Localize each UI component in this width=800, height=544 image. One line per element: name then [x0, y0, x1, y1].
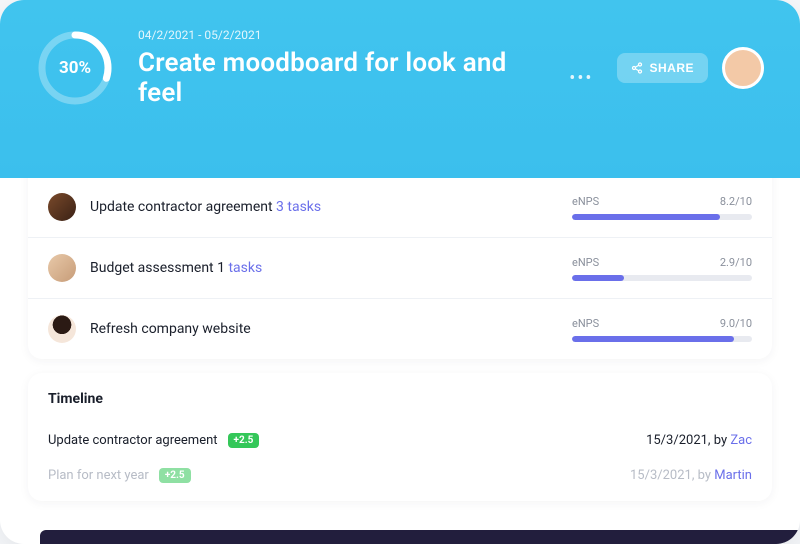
- target-row[interactable]: Refresh company website eNPS 9.0/10: [28, 298, 772, 359]
- metric: eNPS 8.2/10: [572, 195, 752, 220]
- page-title: Create moodboard for look and feel: [138, 48, 557, 108]
- tasks-link[interactable]: 3 tasks: [276, 199, 321, 215]
- progress-percent: 30%: [36, 29, 114, 107]
- user-avatar[interactable]: [722, 47, 764, 89]
- timeline-meta: 15/3/2021, by Martin: [630, 468, 752, 483]
- metric-value: 8.2/10: [720, 195, 752, 208]
- timeline-title: Update contractor agreement: [48, 433, 218, 448]
- share-button[interactable]: SHARE: [617, 53, 708, 83]
- progress-bar: [572, 336, 752, 342]
- author-link[interactable]: Martin: [714, 468, 752, 483]
- share-label: SHARE: [649, 61, 694, 75]
- timeline-meta: 15/3/2021, by Zac: [646, 433, 752, 448]
- target-title: Budget assessment 1 tasks: [90, 260, 572, 276]
- share-icon: [631, 62, 643, 74]
- target-row[interactable]: Update contractor agreement 3 tasks eNPS…: [28, 176, 772, 237]
- assignee-avatar: [48, 315, 76, 343]
- date-range: 04/2/2021 - 05/2/2021: [138, 28, 593, 42]
- bottom-strip: [40, 530, 800, 544]
- tasks-link[interactable]: tasks: [228, 260, 262, 276]
- timeline-heading: Timeline: [48, 391, 752, 407]
- progress-bar: [572, 275, 752, 281]
- timeline-row[interactable]: Plan for next year +2.5 15/3/2021, by Mar…: [48, 458, 752, 493]
- timeline-title: Plan for next year: [48, 468, 149, 483]
- metric: eNPS 2.9/10: [572, 256, 752, 281]
- target-title: Refresh company website: [90, 321, 572, 337]
- assignee-avatar: [48, 193, 76, 221]
- metric: eNPS 9.0/10: [572, 317, 752, 342]
- timeline-row[interactable]: Update contractor agreement +2.5 15/3/202…: [48, 423, 752, 458]
- target-title: Update contractor agreement 3 tasks: [90, 199, 572, 215]
- metric-label: eNPS: [572, 195, 599, 208]
- delta-badge: +2.5: [228, 433, 260, 448]
- author-link[interactable]: Zac: [730, 433, 752, 448]
- delta-badge: +2.5: [159, 468, 191, 483]
- progress-ring: 30%: [36, 29, 114, 107]
- progress-bar: [572, 214, 752, 220]
- timeline-card: Timeline Update contractor agreement +2.5…: [28, 373, 772, 501]
- more-menu-icon[interactable]: •••: [569, 68, 593, 89]
- target-row[interactable]: Budget assessment 1 tasks eNPS 2.9/10: [28, 237, 772, 298]
- hero-header: 30% 04/2/2021 - 05/2/2021 Create moodboa…: [0, 0, 800, 178]
- metric-value: 9.0/10: [720, 317, 752, 330]
- assignee-avatar: [48, 254, 76, 282]
- metric-label: eNPS: [572, 317, 599, 330]
- metric-value: 2.9/10: [720, 256, 752, 269]
- metric-label: eNPS: [572, 256, 599, 269]
